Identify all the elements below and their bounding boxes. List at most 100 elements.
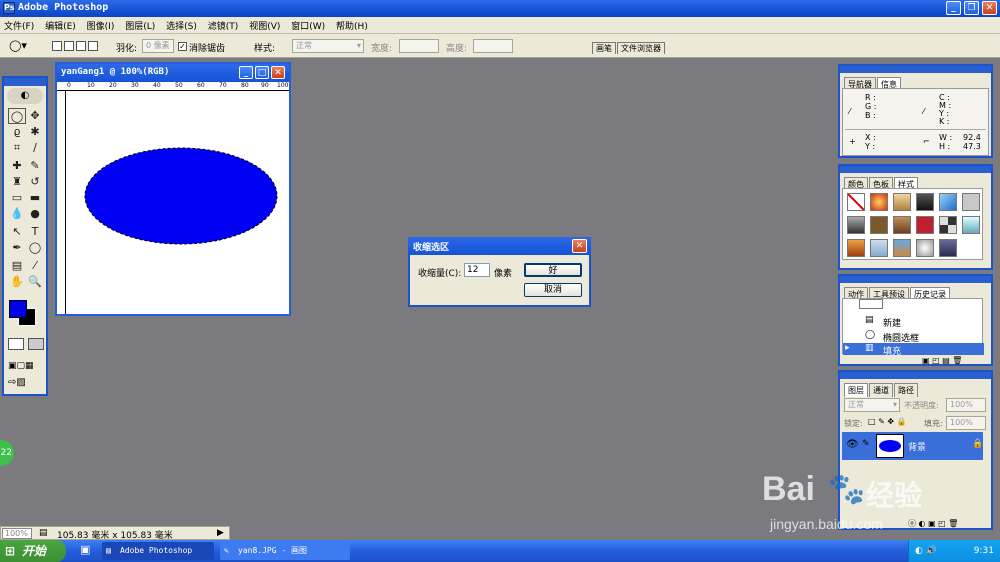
- height-input[interactable]: [473, 39, 513, 53]
- style-swatch[interactable]: [870, 216, 888, 234]
- style-none-swatch[interactable]: [847, 193, 865, 211]
- tab-channels[interactable]: 通道: [869, 383, 893, 397]
- restore-button[interactable]: ❐: [964, 1, 979, 15]
- lock-icons[interactable]: □ ✎ ✥ 🔒: [868, 417, 907, 426]
- style-swatch[interactable]: [939, 239, 957, 257]
- file-browser-tab[interactable]: 文件浏览器: [617, 42, 665, 54]
- style-swatch[interactable]: [847, 239, 865, 257]
- clone-stamp-icon[interactable]: ♜: [8, 174, 26, 190]
- healing-brush-icon[interactable]: ✚: [8, 158, 26, 174]
- feather-input[interactable]: 0 像素: [142, 39, 174, 53]
- style-swatch[interactable]: [870, 193, 888, 211]
- dialog-title-bar[interactable]: 收缩选区 ✕: [408, 237, 591, 255]
- menu-window[interactable]: 窗口(W): [287, 17, 329, 34]
- style-swatch[interactable]: [939, 216, 957, 234]
- antialias-checkbox[interactable]: ✓: [178, 42, 187, 51]
- snapshot-thumbnail[interactable]: [859, 299, 883, 309]
- magic-wand-icon[interactable]: ✱: [26, 124, 44, 140]
- style-swatch[interactable]: [916, 239, 934, 257]
- dodge-tool-icon[interactable]: ●: [26, 206, 44, 222]
- type-tool-icon[interactable]: T: [26, 224, 44, 240]
- menu-edit[interactable]: 编辑(E): [41, 17, 80, 34]
- tray-icons[interactable]: ◐ 🔊: [915, 540, 937, 562]
- add-selection-icon[interactable]: [64, 41, 74, 51]
- eyedropper-icon[interactable]: ⁄: [26, 258, 44, 274]
- style-swatch[interactable]: [939, 193, 957, 211]
- close-button[interactable]: ✕: [982, 1, 997, 15]
- taskbar-item-photoshop[interactable]: ▤ Adobe Photoshop: [102, 542, 214, 560]
- blur-tool-icon[interactable]: 💧: [8, 206, 26, 222]
- panel-header[interactable]: [840, 372, 991, 379]
- menu-filter[interactable]: 滤镜(T): [204, 17, 243, 34]
- dialog-close-button[interactable]: ✕: [572, 239, 587, 253]
- panel-header[interactable]: [840, 166, 991, 173]
- slice-tool-icon[interactable]: ∕: [26, 140, 44, 156]
- doc-maximize-button[interactable]: □: [255, 66, 269, 79]
- layer-row-background[interactable]: 👁 ✎ 背景 🔒: [842, 432, 983, 460]
- cancel-button[interactable]: 取消: [524, 283, 582, 297]
- zoom-tool-icon[interactable]: 🔍: [26, 274, 44, 290]
- jump-to-imageready-icon[interactable]: ⇨▨: [8, 376, 44, 390]
- adobe-online-icon[interactable]: ◐: [7, 88, 43, 104]
- eye-icon[interactable]: 👁: [846, 439, 859, 450]
- crop-tool-icon[interactable]: ⌗: [8, 140, 26, 156]
- panel-header[interactable]: [840, 276, 991, 283]
- blend-mode-select[interactable]: 正常 ▾: [844, 398, 900, 412]
- style-swatch[interactable]: [916, 216, 934, 234]
- ellipse-marquee-tool-icon[interactable]: ◯▾: [6, 39, 30, 53]
- history-brush-icon[interactable]: ↺: [26, 174, 44, 190]
- gradient-tool-icon[interactable]: ▬: [26, 190, 44, 206]
- new-selection-icon[interactable]: [52, 41, 62, 51]
- zoom-input[interactable]: 100%: [2, 528, 32, 539]
- green-badge[interactable]: 22: [0, 440, 14, 466]
- history-footer-icons[interactable]: ▣ ◰ ▤ 🗑: [922, 356, 962, 365]
- taskbar-item-paint[interactable]: ✎ yan8.JPG - 画图: [220, 542, 350, 560]
- status-menu-arrow-icon[interactable]: ▶: [217, 528, 224, 538]
- minimize-button[interactable]: _: [946, 1, 961, 15]
- eraser-tool-icon[interactable]: ▭: [8, 190, 26, 206]
- doc-close-button[interactable]: ✕: [271, 66, 285, 79]
- amount-input[interactable]: 12: [464, 263, 490, 277]
- style-swatch[interactable]: [962, 216, 980, 234]
- selected-ellipse[interactable]: [84, 147, 278, 245]
- style-swatch[interactable]: [893, 193, 911, 211]
- notes-tool-icon[interactable]: ▤: [8, 258, 26, 274]
- quickmask-mode-icon[interactable]: [28, 338, 44, 350]
- style-swatch[interactable]: [962, 193, 980, 211]
- intersect-selection-icon[interactable]: [88, 41, 98, 51]
- ok-button[interactable]: 好: [524, 263, 582, 277]
- style-swatch[interactable]: [916, 193, 934, 211]
- history-item-active[interactable]: ▸ ▥ 填充: [843, 343, 984, 357]
- path-select-icon[interactable]: ↖: [8, 224, 26, 240]
- history-item[interactable]: ▤ 新建: [843, 314, 984, 329]
- menu-select[interactable]: 选择(S): [162, 17, 201, 34]
- menu-view[interactable]: 视图(V): [245, 17, 284, 34]
- brush-tool-icon[interactable]: ✎: [26, 158, 44, 174]
- lasso-tool-icon[interactable]: ϱ: [8, 124, 26, 140]
- menu-image[interactable]: 图像(I): [83, 17, 119, 34]
- tab-paths[interactable]: 路径: [894, 383, 918, 397]
- document-title-bar[interactable]: yanGang1 @ 100%(RGB) _ □ ✕: [57, 64, 289, 82]
- style-select[interactable]: 正常 ▾: [292, 39, 364, 53]
- brush-palette-tab[interactable]: 画笔: [592, 42, 616, 54]
- menu-file[interactable]: 文件(F): [0, 17, 38, 34]
- screen-mode-icon[interactable]: ▣▢▦: [8, 360, 44, 372]
- style-swatch[interactable]: [870, 239, 888, 257]
- history-item[interactable]: ◯ 椭圆选框: [843, 329, 984, 344]
- hand-tool-icon[interactable]: ✋: [8, 274, 26, 290]
- canvas[interactable]: [67, 92, 287, 314]
- width-input[interactable]: [399, 39, 439, 53]
- move-tool-icon[interactable]: ✥: [26, 108, 44, 124]
- foreground-color-swatch[interactable]: [9, 300, 27, 318]
- shape-tool-icon[interactable]: ◯: [26, 240, 44, 256]
- panel-header[interactable]: [840, 66, 991, 73]
- fill-input[interactable]: 100%: [946, 416, 986, 430]
- style-swatch[interactable]: [847, 216, 865, 234]
- style-swatch[interactable]: [893, 216, 911, 234]
- menu-layer[interactable]: 图层(L): [121, 17, 159, 34]
- toolbox-header[interactable]: [4, 78, 46, 86]
- subtract-selection-icon[interactable]: [76, 41, 86, 51]
- doc-minimize-button[interactable]: _: [239, 66, 253, 79]
- style-swatch[interactable]: [893, 239, 911, 257]
- show-desktop-icon[interactable]: ▣: [80, 543, 90, 556]
